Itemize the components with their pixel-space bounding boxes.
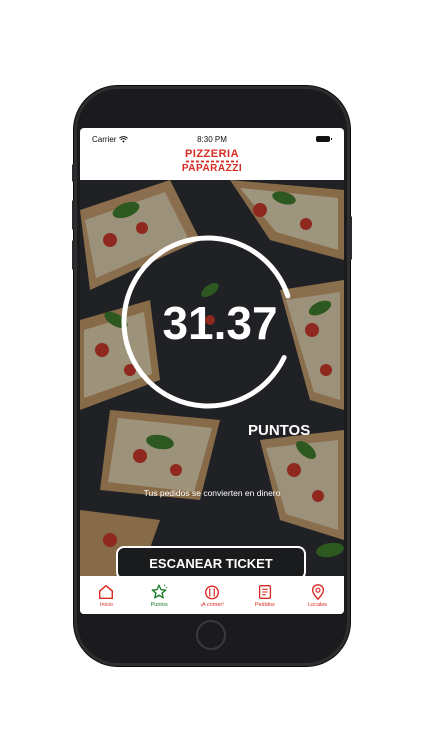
- tab-inicio[interactable]: Inicio: [81, 583, 131, 608]
- receipt-icon: [258, 584, 271, 599]
- battery-icon: [316, 136, 332, 142]
- tab-puntos[interactable]: Puntos: [134, 583, 184, 608]
- tab-label: Inicio: [99, 601, 113, 608]
- tab-a-comer[interactable]: ¡A comer!: [187, 583, 237, 608]
- brand-line-1: PIZZERIA: [184, 148, 240, 160]
- tab-label: ¡A comer!: [200, 601, 224, 608]
- bottom-tab-bar: Inicio Puntos ¡A comer! Pedidos Locales: [80, 576, 344, 614]
- app-screen: Carrier 8:30 PM PIZZERIA PAPARAZZI 31.37…: [80, 128, 344, 614]
- volume-down-button: [72, 240, 75, 270]
- tab-pedidos[interactable]: Pedidos: [240, 583, 290, 608]
- points-value: 31.37: [162, 297, 278, 349]
- silent-switch: [72, 164, 75, 182]
- volume-up-button: [72, 200, 75, 230]
- hero-background: 31.37 PUNTOS Tus pedidos se convierten e…: [80, 180, 344, 576]
- plate-icon: [205, 584, 219, 599]
- scan-ticket-button[interactable]: ESCANEAR TICKET: [116, 546, 306, 576]
- tab-locales[interactable]: Locales: [293, 583, 343, 608]
- logo-divider: [186, 160, 238, 163]
- points-subtitle: Tus pedidos se convierten en dinero: [143, 488, 281, 498]
- brand-logo: PIZZERIA PAPARAZZI: [80, 148, 344, 174]
- status-bar: Carrier 8:30 PM: [80, 128, 344, 150]
- tab-label: Pedidos: [254, 601, 275, 608]
- status-time: 8:30 PM: [197, 135, 227, 144]
- location-pin-icon: [311, 583, 324, 600]
- power-button: [349, 216, 352, 260]
- tab-label: Puntos: [150, 601, 168, 608]
- home-icon: [99, 584, 114, 599]
- brand-line-2: PAPARAZZI: [181, 163, 243, 174]
- home-button[interactable]: [196, 620, 226, 650]
- tab-label: Locales: [308, 601, 328, 608]
- star-icon: [151, 583, 168, 599]
- points-label: PUNTOS: [248, 422, 311, 439]
